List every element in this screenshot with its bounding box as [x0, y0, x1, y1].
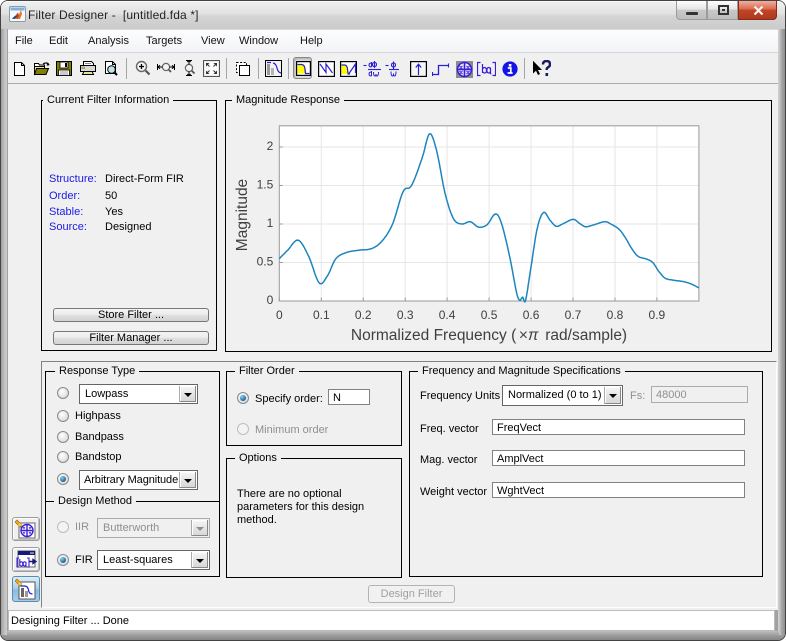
svg-text:2: 2	[267, 139, 274, 153]
svg-text:Normalized Frequency ( ×π rad: Normalized Frequency ( ×π rad/sample)	[351, 327, 627, 344]
svg-text:0: 0	[276, 308, 283, 322]
svg-text:0: 0	[267, 293, 274, 307]
svg-text:0.5: 0.5	[481, 308, 498, 322]
svg-text:0.2: 0.2	[355, 308, 372, 322]
svg-text:0.4: 0.4	[439, 308, 456, 322]
svg-text:0.9: 0.9	[649, 308, 666, 322]
svg-text:0.7: 0.7	[565, 308, 582, 322]
svg-text:0.6: 0.6	[523, 308, 540, 322]
svg-text:0.8: 0.8	[607, 308, 624, 322]
svg-text:0.1: 0.1	[313, 308, 330, 322]
svg-text:0.3: 0.3	[397, 308, 414, 322]
